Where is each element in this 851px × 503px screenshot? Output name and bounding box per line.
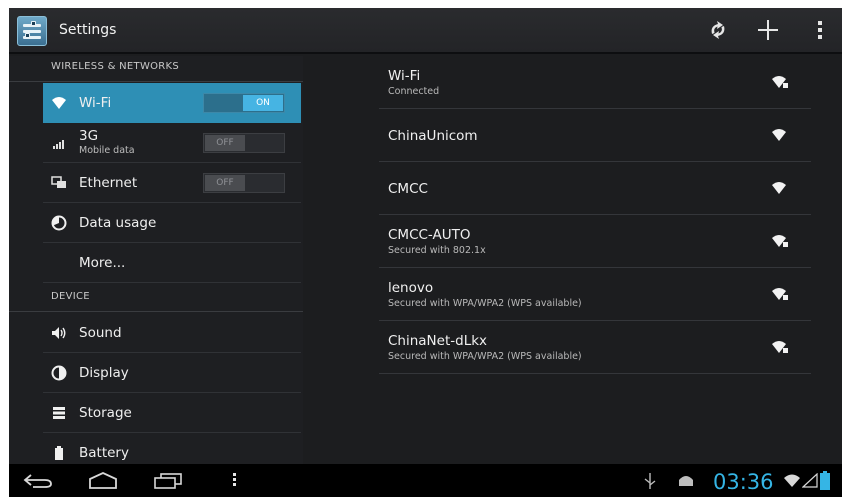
settings-screen: Settings WIRELESS & NETWORKS Wi-Fi ON 3G… [9, 8, 842, 497]
network-item[interactable]: ChinaNet-dLkx Secured with WPA/WPA2 (WPS… [379, 321, 811, 374]
battery-status-icon [820, 471, 830, 490]
settings-categories: WIRELESS & NETWORKS Wi-Fi ON 3G Mobile d… [9, 56, 303, 464]
device-header: DEVICE [9, 286, 303, 312]
network-name: lenovo [388, 280, 434, 296]
sidebar-item-label: Storage [79, 405, 132, 421]
sidebar-item-more[interactable]: More... [43, 243, 301, 283]
android-icon [679, 476, 693, 486]
data-usage-icon [51, 215, 67, 231]
sidebar-item-wifi[interactable]: Wi-Fi ON [43, 83, 301, 123]
sidebar-item-label: Ethernet [79, 175, 138, 191]
sidebar-item-label: Display [79, 365, 129, 381]
sidebar-item-data-usage[interactable]: Data usage [43, 203, 301, 243]
sidebar-item-label: 3G [79, 128, 99, 144]
wifi-secured-icon [772, 288, 788, 300]
network-status: Secured with WPA/WPA2 (WPS available) [388, 351, 582, 362]
sidebar-item-label: Data usage [79, 215, 157, 231]
toggle-state: ON [243, 95, 283, 111]
network-name: Wi-Fi [388, 68, 421, 84]
toggle-state: OFF [205, 135, 245, 151]
app-title: Settings [59, 22, 117, 38]
system-navigation-bar: 03:36 [9, 464, 842, 497]
network-item[interactable]: Wi-Fi Connected [379, 56, 811, 109]
sidebar-item-storage[interactable]: Storage [43, 393, 301, 433]
wifi-icon [51, 95, 67, 111]
network-name: ChinaUnicom [388, 128, 478, 144]
sidebar-item-sound[interactable]: Sound [43, 313, 301, 353]
recent-apps-icon[interactable] [153, 472, 183, 490]
wifi-status-icon [784, 474, 800, 487]
display-icon [51, 365, 67, 381]
network-item[interactable]: CMCC [379, 162, 811, 215]
network-status: Connected [388, 86, 440, 97]
network-item[interactable]: CMCC-AUTO Secured with 802.1x [379, 215, 811, 268]
network-item[interactable]: lenovo Secured with WPA/WPA2 (WPS availa… [379, 268, 811, 321]
3g-toggle[interactable]: OFF [203, 133, 285, 153]
sidebar-item-battery[interactable]: Battery [43, 433, 301, 464]
wifi-toggle[interactable]: ON [203, 93, 285, 113]
storage-icon [51, 405, 67, 421]
sidebar-item-ethernet[interactable]: Ethernet OFF [43, 163, 301, 203]
network-name: ChinaNet-dLkx [388, 333, 488, 349]
wifi-secured-icon [772, 76, 788, 88]
sidebar-item-3g[interactable]: 3G Mobile data OFF [43, 123, 301, 163]
action-bar: Settings [9, 8, 842, 54]
status-clock: 03:36 [713, 470, 774, 494]
wifi-icon [772, 129, 786, 141]
network-name: CMCC [388, 181, 428, 197]
usb-icon [644, 473, 656, 489]
menu-icon[interactable] [230, 471, 238, 488]
add-icon[interactable] [755, 18, 781, 44]
back-icon[interactable] [23, 473, 53, 489]
network-status: Secured with WPA/WPA2 (WPS available) [388, 298, 582, 309]
sidebar-item-sublabel: Mobile data [79, 145, 135, 156]
signal-status-icon [802, 473, 818, 488]
ethernet-icon [51, 175, 67, 191]
sidebar-item-label: More... [79, 255, 126, 271]
signal-icon [51, 135, 67, 151]
settings-app-icon[interactable] [17, 16, 47, 46]
sidebar-item-label: Wi-Fi [79, 95, 112, 111]
toggle-state: OFF [205, 175, 245, 191]
wifi-icon [772, 182, 786, 194]
sidebar-item-label: Sound [79, 325, 122, 341]
wifi-secured-icon [772, 341, 788, 353]
battery-icon [51, 445, 67, 461]
sidebar-item-label: Battery [79, 445, 129, 461]
wifi-network-list: Wi-Fi Connected ChinaUnicom CMCC CMCC-AU… [379, 56, 811, 464]
network-status: Secured with 802.1x [388, 245, 486, 256]
overflow-menu-icon[interactable] [813, 18, 827, 44]
ethernet-toggle[interactable]: OFF [203, 173, 285, 193]
wifi-secured-icon [772, 235, 788, 247]
sync-icon[interactable] [705, 18, 731, 44]
network-item[interactable]: ChinaUnicom [379, 109, 811, 162]
sound-icon [51, 325, 67, 341]
wireless-networks-header: WIRELESS & NETWORKS [9, 56, 303, 82]
sidebar-item-display[interactable]: Display [43, 353, 301, 393]
home-icon[interactable] [87, 472, 119, 490]
network-name: CMCC-AUTO [388, 227, 471, 243]
